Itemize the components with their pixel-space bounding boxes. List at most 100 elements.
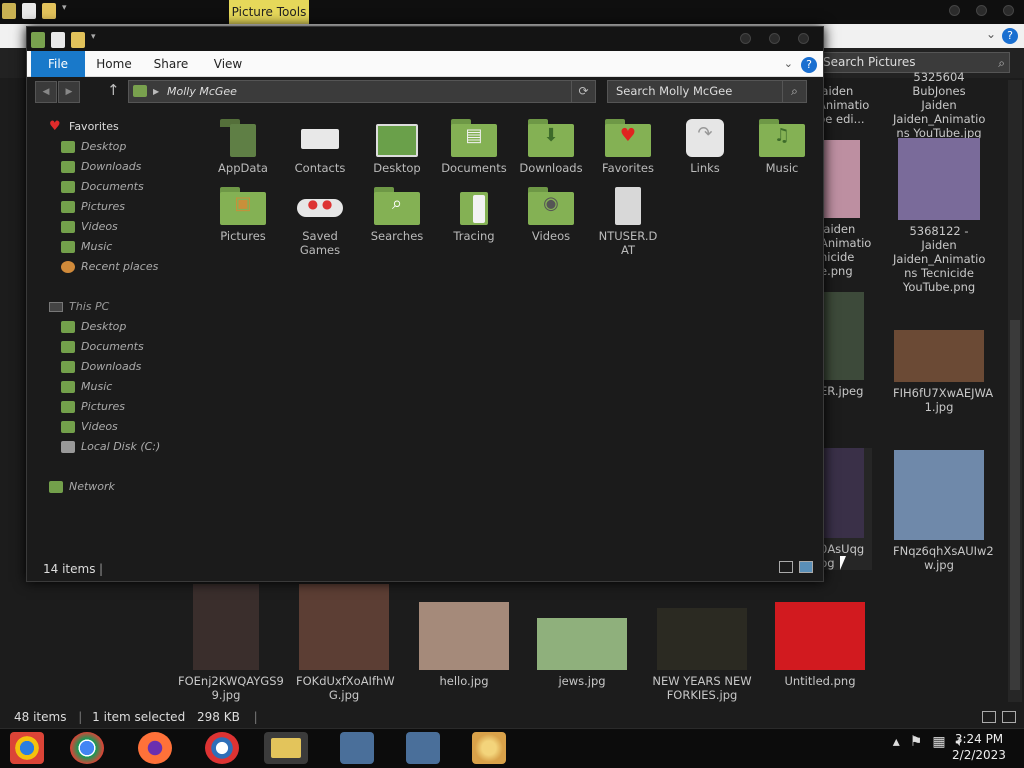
chrome-icon[interactable] [70, 732, 104, 764]
file-item[interactable]: FNqz6qhXsAUIw2 w.jpg [893, 450, 994, 572]
chevron-down-icon[interactable]: ▾ [62, 3, 70, 19]
folder-item-pictures[interactable]: ▣ Pictures [205, 183, 281, 243]
tab-share[interactable]: Share [149, 51, 193, 77]
forward-button[interactable]: ▶ [58, 81, 80, 103]
large-icons-view-button[interactable] [799, 561, 813, 573]
item-label: Videos [531, 229, 571, 243]
paint-icon[interactable] [472, 732, 506, 764]
file-label: 5368122 - Jaiden Jaiden_Animatio ns Tecn… [893, 224, 986, 294]
file-item[interactable]: jews.jpg [534, 618, 630, 688]
file-item[interactable]: NEW YEARS NEW FORKIES.jpg [652, 608, 752, 702]
new-document-icon[interactable] [22, 3, 36, 19]
obama-logo-icon[interactable] [205, 732, 239, 764]
breadcrumb-chevron-icon[interactable]: ▶ [153, 81, 159, 102]
tab-file[interactable]: File [31, 51, 85, 77]
file-item-partial[interactable]: ER.jpeg [820, 292, 870, 398]
scrollbar-thumb[interactable] [1010, 320, 1020, 690]
file-item-partial-selected[interactable]: 0AsUqg pg [820, 448, 872, 570]
file-item[interactable]: FOKdUxfXoAIfhW G.jpg [296, 584, 395, 702]
close-button[interactable] [1003, 5, 1014, 16]
new-folder-icon[interactable] [71, 32, 85, 48]
search-icon[interactable]: ⌕ [782, 81, 806, 102]
new-document-icon[interactable] [51, 32, 65, 48]
file-item-partial[interactable]: Jaiden Animatio pe edi... [818, 84, 870, 126]
search-icon[interactable]: ⌕ [998, 54, 1005, 73]
thumbnail-view-button[interactable] [1002, 711, 1016, 723]
chevron-down-icon[interactable]: ▾ [91, 32, 99, 48]
downloads-folder-icon: ⬇ [528, 119, 574, 157]
close-button[interactable] [798, 33, 809, 44]
file-item[interactable]: FIH6fU7XwAEJWA 1.jpg [893, 330, 994, 414]
up-button[interactable]: ↑ [107, 81, 120, 99]
search-input[interactable]: Search Molly McGee ⌕ [607, 80, 807, 103]
file-item[interactable]: hello.jpg [416, 602, 512, 688]
folder-item-videos[interactable]: ◉ Videos [513, 183, 589, 243]
breadcrumb-location[interactable]: Molly McGee [167, 81, 237, 102]
clock[interactable]: 3:24 PM 2/2/2023 [948, 731, 1010, 763]
help-icon[interactable]: ? [1002, 28, 1018, 44]
folder-icon[interactable] [42, 3, 56, 19]
downloads-icon [61, 361, 75, 373]
chrome-beta-icon[interactable] [10, 732, 44, 764]
file-label: NEW YEARS NEW FORKIES.jpg [652, 674, 752, 702]
maximize-button[interactable] [769, 33, 780, 44]
tab-home[interactable]: Home [93, 51, 135, 77]
file-explorer-icon[interactable] [264, 732, 308, 764]
file-label: Jaiden Animatio pe edi... [818, 84, 870, 126]
folder-item-contacts[interactable]: Contacts [282, 115, 358, 175]
folder-item-downloads[interactable]: ⬇ Downloads [513, 115, 589, 175]
network-icon[interactable]: ▦ [932, 734, 945, 750]
saved-games-icon: ● ● [297, 187, 343, 225]
music-folder-icon: ♫ [759, 119, 805, 157]
maximize-button[interactable] [976, 5, 987, 16]
window-controls [740, 33, 809, 44]
nav-item-label: Music [81, 240, 113, 253]
folder-item-music[interactable]: ♫ Music [744, 115, 820, 175]
file-label: FIH6fU7XwAEJWA 1.jpg [893, 386, 994, 414]
file-item-partial[interactable]: Jaiden Animatio nicide e.png [820, 140, 871, 278]
videos-icon [61, 421, 75, 433]
item-count: 14 items [43, 562, 96, 576]
folder-item-appdata[interactable]: AppData [205, 115, 281, 175]
folder-item-tracing[interactable]: Tracing [436, 183, 512, 243]
folder-item-saved-games[interactable]: ● ● Saved Games [282, 183, 358, 257]
properties-icon[interactable] [2, 3, 16, 19]
window-title-bar: ▾ [27, 27, 823, 51]
nav-item-label: Recent places [81, 260, 159, 273]
firefox-icon[interactable] [138, 732, 172, 764]
file-label: FOEnj2KWQAYGS9 9.jpg [178, 674, 284, 702]
thumbnail-image [537, 618, 627, 670]
tab-view[interactable]: View [207, 51, 249, 77]
folder-item-documents[interactable]: ▤ Documents [436, 115, 512, 175]
file-item[interactable]: Untitled.png [772, 602, 868, 688]
chevron-up-icon[interactable]: ▴ [893, 734, 900, 750]
ribbon-expand-icon[interactable]: ⌄ [784, 57, 793, 70]
picture-tools-tab[interactable]: Picture Tools [229, 0, 309, 24]
thumbnail-image [820, 448, 864, 538]
installer-icon-2[interactable] [406, 732, 440, 764]
installer-icon[interactable] [340, 732, 374, 764]
thumbnail-image [820, 292, 864, 380]
ribbon-expand-icon[interactable]: ⌄ [986, 27, 996, 41]
folder-item-links[interactable]: ↷ Links [667, 115, 743, 175]
file-item[interactable]: 5325604 BubJones Jaiden Jaiden_Animatio … [893, 70, 985, 140]
thumbnail-image [898, 138, 980, 220]
file-item[interactable]: FOEnj2KWQAYGS9 9.jpg [178, 584, 284, 702]
flag-icon[interactable]: ⚑ [910, 734, 923, 750]
refresh-icon[interactable]: ⟳ [571, 81, 595, 102]
back-button[interactable]: ◀ [35, 81, 57, 103]
heart-icon: ♥ [49, 119, 61, 134]
nav-item-label: Desktop [81, 140, 127, 153]
details-view-button[interactable] [982, 711, 996, 723]
help-icon[interactable]: ? [801, 57, 817, 73]
folder-item-searches[interactable]: ⌕ Searches [359, 183, 435, 243]
minimize-button[interactable] [740, 33, 751, 44]
folder-item-favorites[interactable]: ♥ Favorites [590, 115, 666, 175]
details-view-button[interactable] [779, 561, 793, 573]
minimize-button[interactable] [949, 5, 960, 16]
thumbnail-image [775, 602, 865, 670]
folder-item-desktop[interactable]: Desktop [359, 115, 435, 175]
file-item[interactable]: 5368122 - Jaiden Jaiden_Animatio ns Tecn… [893, 138, 985, 294]
file-item-ntuser[interactable]: NTUSER.DAT [590, 183, 666, 257]
address-bar[interactable]: ▶ Molly McGee ⟳ [128, 80, 596, 103]
